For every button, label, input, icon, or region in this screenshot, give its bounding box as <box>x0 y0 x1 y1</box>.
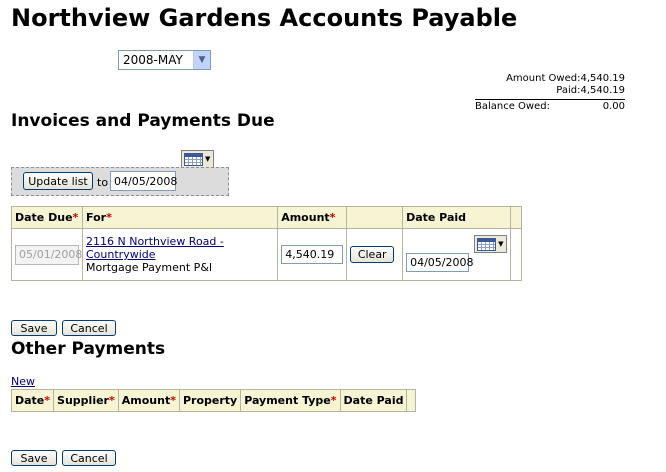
col-clear <box>346 206 404 229</box>
amount-owed-value: 4,540.19 <box>580 73 625 84</box>
calendar-icon[interactable]: ▼ <box>474 235 508 253</box>
date-due-field: 05/01/2008 <box>15 244 82 265</box>
calendar-icon[interactable]: ▼ <box>181 150 214 168</box>
invoices-table: Date Due* For* Amount* Date Paid 05/01/2… <box>11 206 522 281</box>
invoices-heading: Invoices and Payments Due <box>11 111 275 131</box>
col-spacer <box>510 206 522 229</box>
col-for[interactable]: For* <box>81 206 279 229</box>
to-date-input[interactable]: 04/05/2008 <box>110 171 177 191</box>
to-label: to <box>97 176 109 189</box>
amount-owed-label: Amount Owed: <box>506 73 581 84</box>
invoice-description: Mortgage Payment P&I <box>86 261 213 274</box>
amount-owed-row: Amount Owed: 4,540.19 <box>475 73 625 85</box>
update-list-button[interactable]: Update list <box>23 172 93 190</box>
save-button[interactable]: Save <box>11 450 57 466</box>
col-supplier[interactable]: Supplier* <box>53 389 119 412</box>
col-date-paid[interactable]: Date Paid <box>339 389 408 412</box>
balance-value: 0.00 <box>602 101 625 112</box>
col-date-due[interactable]: Date Due* <box>11 206 83 229</box>
update-list-panel: Update list to 04/05/2008 <box>11 167 229 196</box>
paid-value: 4,540.19 <box>580 85 625 96</box>
page-title: Northview Gardens Accounts Payable <box>11 4 518 32</box>
save-button[interactable]: Save <box>11 320 57 336</box>
balance-label: Balance Owed: <box>475 101 550 112</box>
invoice-property-link[interactable]: 2116 N Northview Road - Countrywide <box>86 235 224 261</box>
summary-divider <box>475 99 625 100</box>
new-payment-link[interactable]: New <box>11 375 35 388</box>
col-date[interactable]: Date* <box>10 389 55 412</box>
month-select[interactable]: 2008-MAY ▼ <box>118 50 211 70</box>
month-select-value: 2008-MAY <box>123 53 183 67</box>
other-payments-table: Date* Supplier* Amount* Property Payment… <box>10 389 417 412</box>
cancel-button[interactable]: Cancel <box>62 320 116 336</box>
paid-label: Paid: <box>556 85 581 96</box>
cancel-button[interactable]: Cancel <box>62 450 116 466</box>
col-spacer <box>406 389 417 412</box>
paid-row: Paid: 4,540.19 <box>475 85 625 97</box>
col-date-paid[interactable]: Date Paid <box>402 206 512 229</box>
table-row: 05/01/2008 2116 N Northview Road - Count… <box>11 228 522 281</box>
chevron-down-icon[interactable]: ▼ <box>193 51 210 69</box>
amount-input[interactable]: 4,540.19 <box>281 245 344 264</box>
col-amount[interactable]: Amount* <box>277 206 348 229</box>
clear-button[interactable]: Clear <box>350 246 395 263</box>
balance-summary: Amount Owed: 4,540.19 Paid: 4,540.19 Bal… <box>475 73 625 112</box>
date-paid-input[interactable]: 04/05/2008 <box>406 253 473 272</box>
balance-row: Balance Owed: 0.00 <box>475 101 625 112</box>
col-payment-type[interactable]: Payment Type* <box>240 389 341 412</box>
col-property[interactable]: Property <box>178 389 242 412</box>
other-payments-heading: Other Payments <box>11 339 166 359</box>
col-amount[interactable]: Amount* <box>117 389 180 412</box>
